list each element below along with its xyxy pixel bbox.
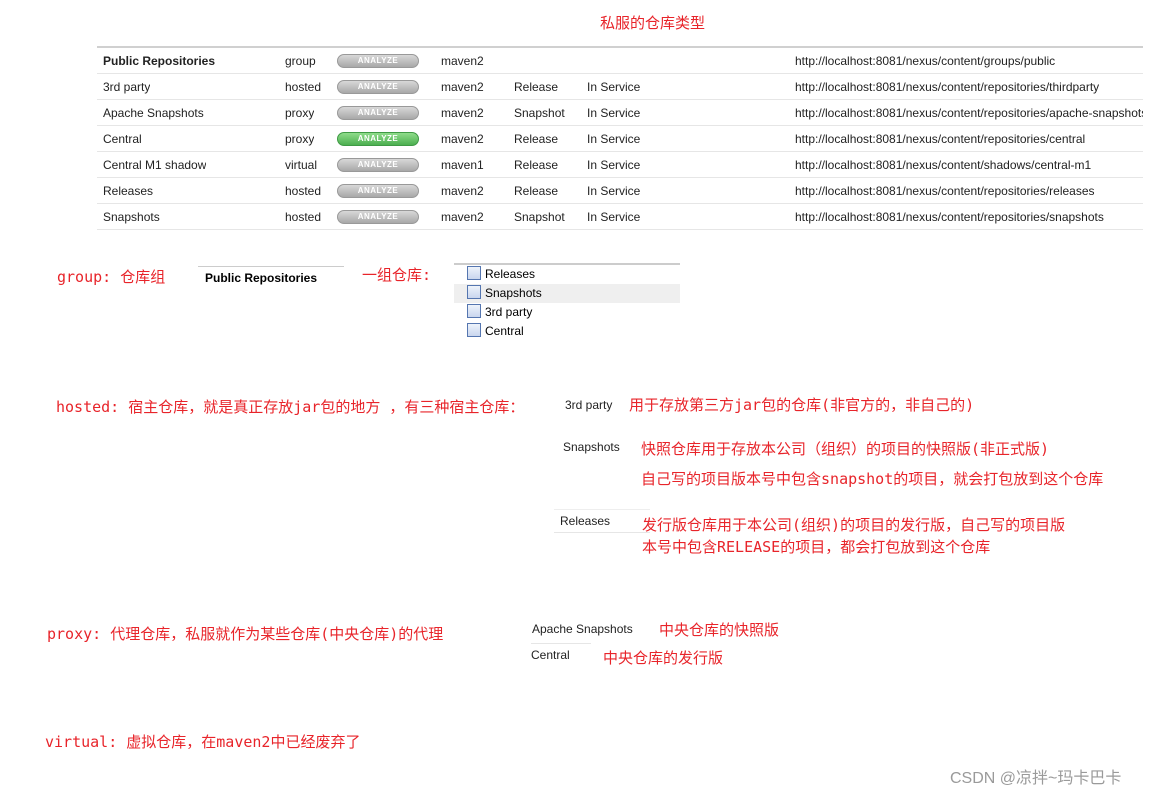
repository-icon [467, 323, 481, 337]
page-title: 私服的仓库类型 [600, 14, 706, 32]
tree-item[interactable]: Releases [454, 265, 680, 284]
cell-url: http://localhost:8081/nexus/content/grou… [795, 54, 1056, 68]
cell-policy: Release [514, 80, 559, 94]
cell-status: In Service [587, 106, 641, 120]
cell-name: Central [103, 132, 142, 146]
virtual-label: virtual: 虚拟仓库，在maven2中已经废弃了 [45, 733, 361, 751]
thirdparty-chip: 3rd party [565, 398, 613, 412]
releases-desc-1: 发行版仓库用于本公司(组织)的项目的发行版，自己写的项目版 [642, 516, 1066, 534]
group-members-label: 一组仓库: [362, 266, 432, 284]
group-label: group: 仓库组 [57, 268, 166, 286]
cell-type: proxy [285, 132, 315, 146]
table-row[interactable]: Public Repositories group maven2 http://loc… [97, 48, 1143, 74]
tree-item[interactable]: Snapshots [454, 284, 680, 303]
analyze-button[interactable]: ANALYZE [337, 80, 419, 94]
cell-name: Apache Snapshots [103, 106, 204, 120]
cell-policy: Release [514, 184, 559, 198]
cell-type: proxy [285, 106, 315, 120]
table-row[interactable]: Central M1 shadow virtual maven1 Release In … [97, 152, 1143, 178]
central-desc: 中央仓库的发行版 [603, 649, 724, 667]
tree-item[interactable]: 3rd party [454, 303, 680, 322]
watermark: CSDN @凉拌~玛卡巴卡 [950, 770, 1122, 787]
cell-format: maven2 [441, 210, 484, 224]
repository-icon [467, 285, 481, 299]
cell-type: hosted [285, 184, 322, 198]
cell-format: maven2 [441, 184, 484, 198]
cell-policy: Release [514, 158, 559, 172]
apache-desc: 中央仓库的快照版 [659, 621, 780, 639]
analyze-button[interactable]: ANALYZE [337, 54, 419, 68]
cell-format: maven2 [441, 80, 484, 94]
cell-format: maven2 [441, 132, 484, 146]
proxy-label: proxy: 代理仓库，私服就作为某些仓库(中央仓库)的代理 [47, 625, 444, 643]
tree-item-label: Central [485, 324, 524, 338]
repository-icon [467, 266, 481, 280]
cell-name: Public Repositories [103, 54, 216, 68]
table-row[interactable]: 3rd party hosted maven2 Release In Service ht… [97, 74, 1143, 100]
cell-format: maven2 [441, 106, 484, 120]
table-row[interactable]: Central proxy maven2 Release In Service http:… [97, 126, 1143, 152]
tree-item-label: Snapshots [485, 286, 542, 300]
cell-policy: Snapshot [514, 210, 565, 224]
tree-item-label: 3rd party [485, 305, 533, 319]
analyze-button[interactable]: ANALYZE [337, 132, 419, 146]
thirdparty-desc: 用于存放第三方jar包的仓库(非官方的，非自己的) [629, 396, 975, 414]
snapshots-desc-2: 自己写的项目版本号中包含snapshot的项目，就会打包放到这个仓库 [641, 470, 1104, 488]
snapshots-chip: Snapshots [563, 440, 620, 454]
cell-status: In Service [587, 184, 641, 198]
cell-format: maven2 [441, 54, 484, 68]
releases-desc-2: 本号中包含RELEASE的项目，都会打包放到这个仓库 [642, 538, 991, 556]
analyze-button[interactable]: ANALYZE [337, 210, 419, 224]
cell-name: Snapshots [103, 210, 160, 224]
analyze-button[interactable]: ANALYZE [337, 106, 419, 120]
cell-type: group [285, 54, 316, 68]
tree-item-label: Releases [485, 267, 536, 281]
cell-type: virtual [285, 158, 318, 172]
cell-url: http://localhost:8081/nexus/content/repo… [795, 210, 1104, 224]
cell-type: hosted [285, 80, 322, 94]
snapshots-desc-1: 快照仓库用于存放本公司（组织）的项目的快照版(非正式版) [641, 440, 1050, 458]
cell-type: hosted [285, 210, 322, 224]
group-repo: Public Repositories [198, 266, 344, 289]
apache-chip: Apache Snapshots [532, 622, 633, 636]
analyze-button[interactable]: ANALYZE [337, 184, 419, 198]
group-members-tree: Releases Snapshots 3rd party Central [454, 263, 680, 341]
table-row[interactable]: Releases hosted maven2 Release In Service htt… [97, 178, 1143, 204]
cell-policy: Snapshot [514, 106, 565, 120]
cell-name: Central M1 shadow [103, 158, 207, 172]
central-chip: Central [531, 643, 591, 662]
repositories-table: Public Repositories group maven2 http://loc… [97, 46, 1143, 230]
cell-status: In Service [587, 210, 641, 224]
cell-status: In Service [587, 158, 641, 172]
cell-url: http://localhost:8081/nexus/content/repo… [795, 132, 1086, 146]
tree-item[interactable]: Central [454, 322, 680, 341]
cell-url: http://localhost:8081/nexus/content/repo… [795, 184, 1095, 198]
analyze-button[interactable]: ANALYZE [337, 158, 419, 172]
table-row[interactable]: Snapshots hosted maven2 Snapshot In Service h… [97, 204, 1143, 230]
cell-name: Releases [103, 184, 154, 198]
cell-status: In Service [587, 132, 641, 146]
cell-url: http://localhost:8081/nexus/content/repo… [795, 80, 1100, 94]
repository-icon [467, 304, 481, 318]
releases-chip: Releases [554, 509, 650, 533]
table-row[interactable]: Apache Snapshots proxy maven2 Snapshot In Se… [97, 100, 1143, 126]
cell-url: http://localhost:8081/nexus/content/repo… [795, 106, 1143, 120]
cell-policy: Release [514, 132, 559, 146]
cell-status: In Service [587, 80, 641, 94]
cell-name: 3rd party [103, 80, 151, 94]
cell-url: http://localhost:8081/nexus/content/shad… [795, 158, 1092, 172]
cell-format: maven1 [441, 158, 484, 172]
hosted-label: hosted: 宿主仓库，就是真正存放jar包的地方 ，有三种宿主仓库： [56, 398, 525, 416]
